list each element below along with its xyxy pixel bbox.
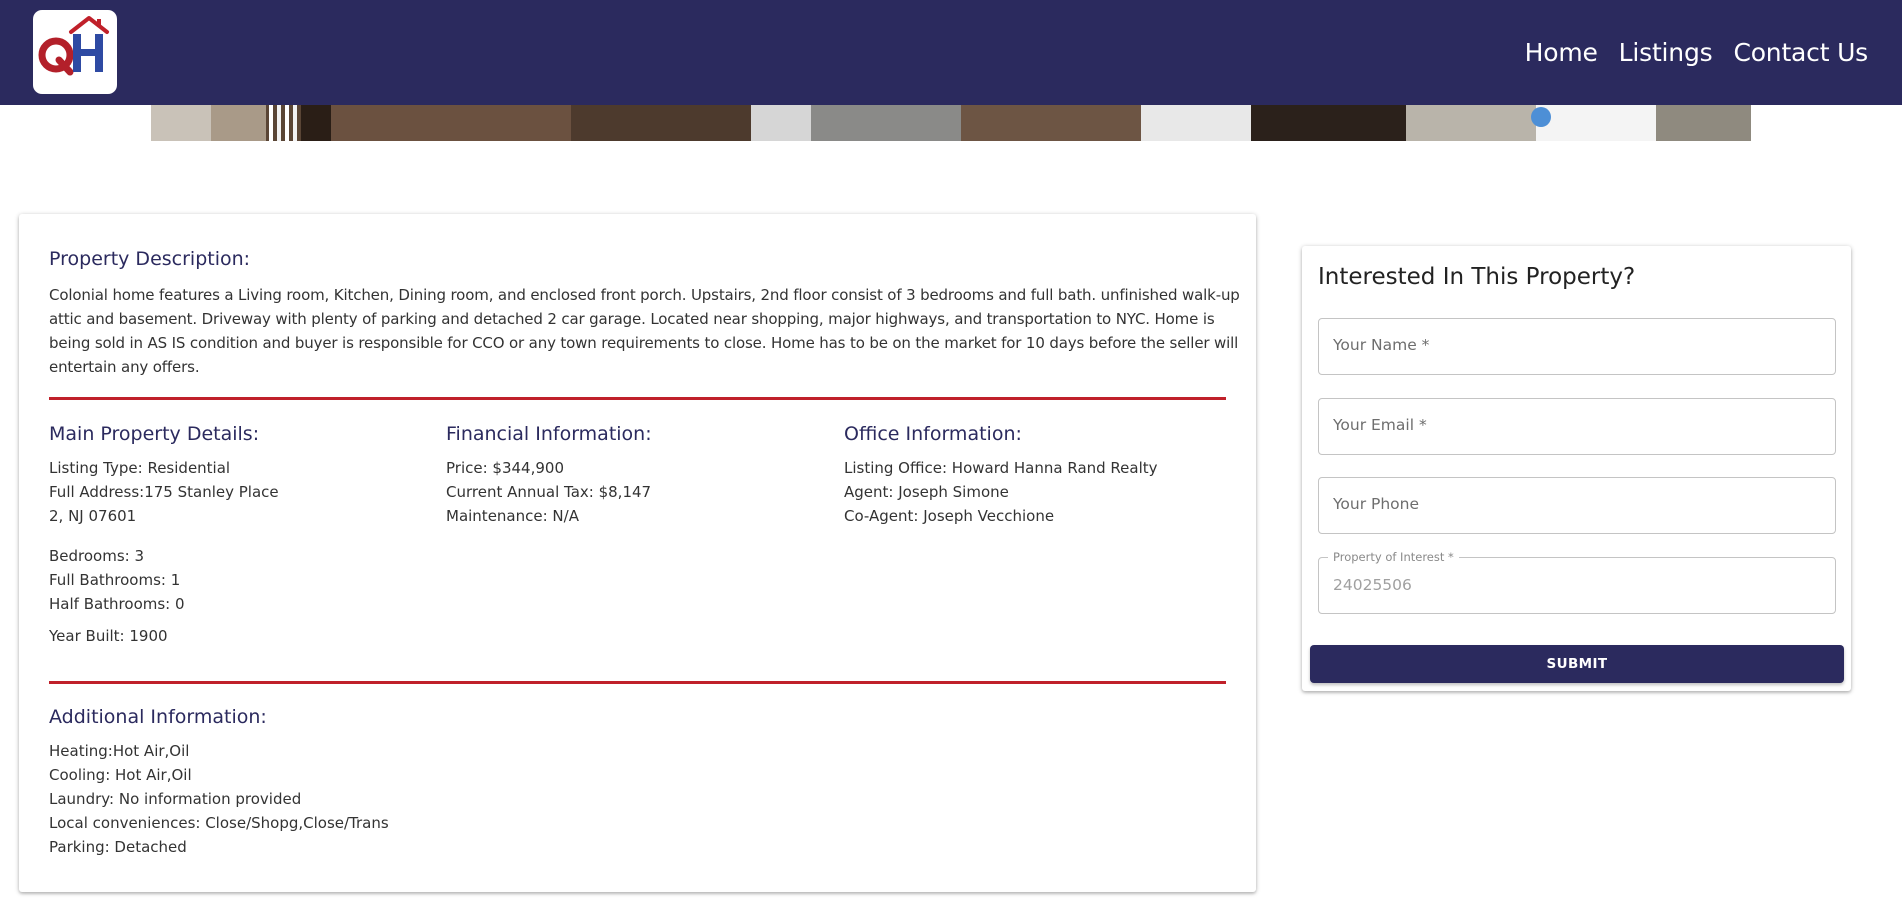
- property-details-card: Property Description: Colonial home feat…: [19, 214, 1256, 892]
- additional-information: Additional Information: Heating:Hot Air,…: [49, 705, 649, 859]
- top-navbar: Home Listings Contact Us: [0, 0, 1902, 105]
- house-logo-icon: [38, 16, 109, 76]
- nav-listings-link[interactable]: Listings: [1619, 37, 1713, 69]
- property-of-interest-label: Property of Interest *: [1328, 550, 1459, 564]
- email-placeholder: Your Email *: [1333, 416, 1427, 434]
- listing-type: Listing Type: Residential: [49, 459, 231, 477]
- contact-form-title: Interested In This Property?: [1318, 264, 1636, 290]
- name-placeholder: Your Name *: [1333, 336, 1430, 354]
- full-address-line1: Full Address:175 Stanley Place: [49, 483, 279, 501]
- name-field[interactable]: Your Name *: [1318, 318, 1836, 375]
- full-address-line2: 2, NJ 07601: [49, 507, 137, 525]
- property-photo-banner: [151, 105, 1751, 141]
- main-details-heading: Main Property Details:: [49, 423, 260, 445]
- email-field[interactable]: Your Email *: [1318, 398, 1836, 455]
- property-of-interest-field[interactable]: Property of Interest * 24025506: [1318, 550, 1836, 614]
- co-agent: Co-Agent: Joseph Vecchione: [844, 507, 1055, 525]
- local-conveniences: Local conveniences: Close/Shopg,Close/Tr…: [49, 814, 389, 832]
- half-bathrooms: Half Bathrooms: 0: [49, 595, 185, 613]
- property-description-text: Colonial home features a Living room, Ki…: [49, 286, 1240, 376]
- main-nav: Home Listings Contact Us: [1525, 37, 1869, 69]
- year-built: Year Built: 1900: [49, 627, 168, 645]
- office-information: Office Information: Listing Office: Howa…: [844, 422, 1224, 528]
- section-divider: [49, 681, 1226, 684]
- submit-button[interactable]: SUBMIT: [1310, 645, 1844, 683]
- contact-form-card: Interested In This Property? Your Name *…: [1302, 246, 1851, 691]
- phone-field[interactable]: Your Phone: [1318, 477, 1836, 534]
- main-property-details: Main Property Details: Listing Type: Res…: [49, 422, 429, 648]
- listing-office: Listing Office: Howard Hanna Rand Realty: [844, 459, 1158, 477]
- office-heading: Office Information:: [844, 423, 1022, 445]
- section-divider: [49, 397, 1226, 400]
- site-logo[interactable]: [33, 10, 117, 94]
- heating: Heating:Hot Air,Oil: [49, 742, 190, 760]
- full-bathrooms: Full Bathrooms: 1: [49, 571, 181, 589]
- nav-home-link[interactable]: Home: [1525, 37, 1598, 69]
- phone-placeholder: Your Phone: [1333, 495, 1420, 513]
- property-description-heading: Property Description:: [49, 248, 251, 270]
- property-of-interest-value: 24025506: [1333, 576, 1412, 594]
- property-photo-image: [151, 105, 1751, 141]
- additional-heading: Additional Information:: [49, 706, 267, 728]
- annual-tax: Current Annual Tax: $8,147: [446, 483, 652, 501]
- bedrooms: Bedrooms: 3: [49, 547, 145, 565]
- agent: Agent: Joseph Simone: [844, 483, 1009, 501]
- price: Price: $344,900: [446, 459, 564, 477]
- financial-heading: Financial Information:: [446, 423, 652, 445]
- financial-information: Financial Information: Price: $344,900 C…: [446, 422, 826, 528]
- nav-contact-link[interactable]: Contact Us: [1733, 37, 1868, 69]
- maintenance: Maintenance: N/A: [446, 507, 579, 525]
- parking: Parking: Detached: [49, 838, 187, 856]
- cooling: Cooling: Hot Air,Oil: [49, 766, 192, 784]
- laundry: Laundry: No information provided: [49, 790, 302, 808]
